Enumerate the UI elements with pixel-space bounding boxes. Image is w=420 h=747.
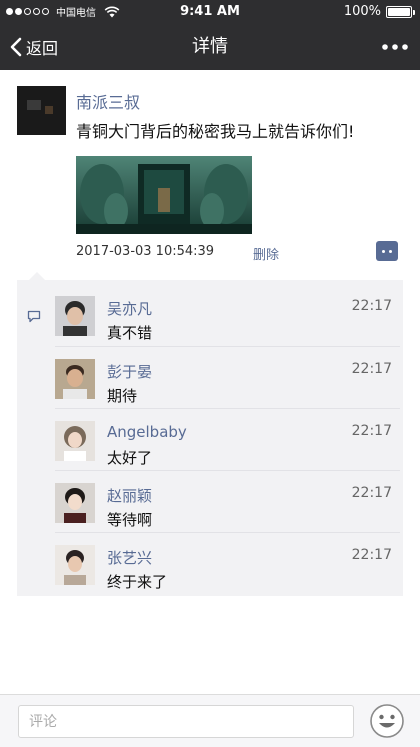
commenter-avatar[interactable] (55, 296, 95, 336)
comments-section: 吴亦凡 真不错 22:17 彭于晏 期待 22:17 Angelbaby 太好了… (17, 272, 403, 596)
comment-time: 22:17 (351, 361, 392, 377)
commenter-avatar[interactable] (55, 421, 95, 461)
page-title: 详情 (192, 36, 228, 57)
post-photo (76, 156, 252, 234)
comment-row[interactable]: 张艺兴 终于来了 22:17 (55, 532, 400, 594)
commenter-avatar[interactable] (55, 359, 95, 399)
comment-time: 22:17 (351, 485, 392, 501)
comment-bar (0, 694, 420, 747)
post-text: 青铜大门背后的秘密我马上就告诉你们! (76, 122, 355, 141)
author-avatar-image (17, 86, 66, 135)
comment-text: 期待 (107, 387, 138, 405)
status-bar: 中国电信 9:41 AM 100% (0, 0, 420, 24)
commenter-name[interactable]: 张艺兴 (107, 547, 152, 568)
commenter-name[interactable]: 吴亦凡 (107, 298, 152, 319)
post-author-name[interactable]: 南派三叔 (76, 89, 140, 113)
comment-action-button[interactable] (376, 241, 398, 261)
comment-text: 终于来了 (107, 573, 168, 591)
more-dots-icon (382, 44, 408, 50)
author-avatar[interactable] (17, 86, 66, 135)
comment-time: 22:17 (351, 298, 392, 314)
comment-time: 22:17 (351, 547, 392, 563)
comment-text: 真不错 (107, 324, 153, 342)
post-image[interactable] (76, 156, 252, 234)
speech-bubble-icon (27, 310, 41, 323)
action-dot-icon (382, 249, 385, 253)
status-right: 100% (343, 4, 415, 19)
commenter-avatar[interactable] (55, 483, 95, 523)
comment-row[interactable]: 赵丽颖 等待啊 22:17 (55, 470, 400, 532)
delete-button[interactable]: 删除 (253, 244, 279, 263)
emoji-icon[interactable] (369, 703, 405, 739)
comment-row[interactable]: Angelbaby 太好了 22:17 (55, 408, 400, 470)
post-timestamp: 2017-03-03 10:54:39 (76, 244, 215, 259)
battery-icon (386, 5, 415, 18)
comment-text: 太好了 (107, 449, 153, 467)
nav-bar: 返回 详情 (0, 24, 420, 70)
comment-row[interactable]: 彭于晏 期待 22:17 (55, 346, 400, 408)
comment-row[interactable]: 吴亦凡 真不错 22:17 (55, 284, 400, 346)
action-dot-icon (389, 249, 392, 253)
commenter-name[interactable]: Angelbaby (107, 423, 187, 441)
comment-text: 等待啊 (107, 511, 153, 529)
comment-input[interactable] (18, 705, 354, 738)
commenter-avatar[interactable] (55, 545, 95, 585)
battery-percent: 100% (343, 4, 381, 19)
comment-time: 22:17 (351, 423, 392, 439)
commenter-name[interactable]: 赵丽颖 (107, 485, 152, 506)
more-button[interactable] (382, 24, 408, 70)
commenter-name[interactable]: 彭于晏 (107, 361, 152, 382)
